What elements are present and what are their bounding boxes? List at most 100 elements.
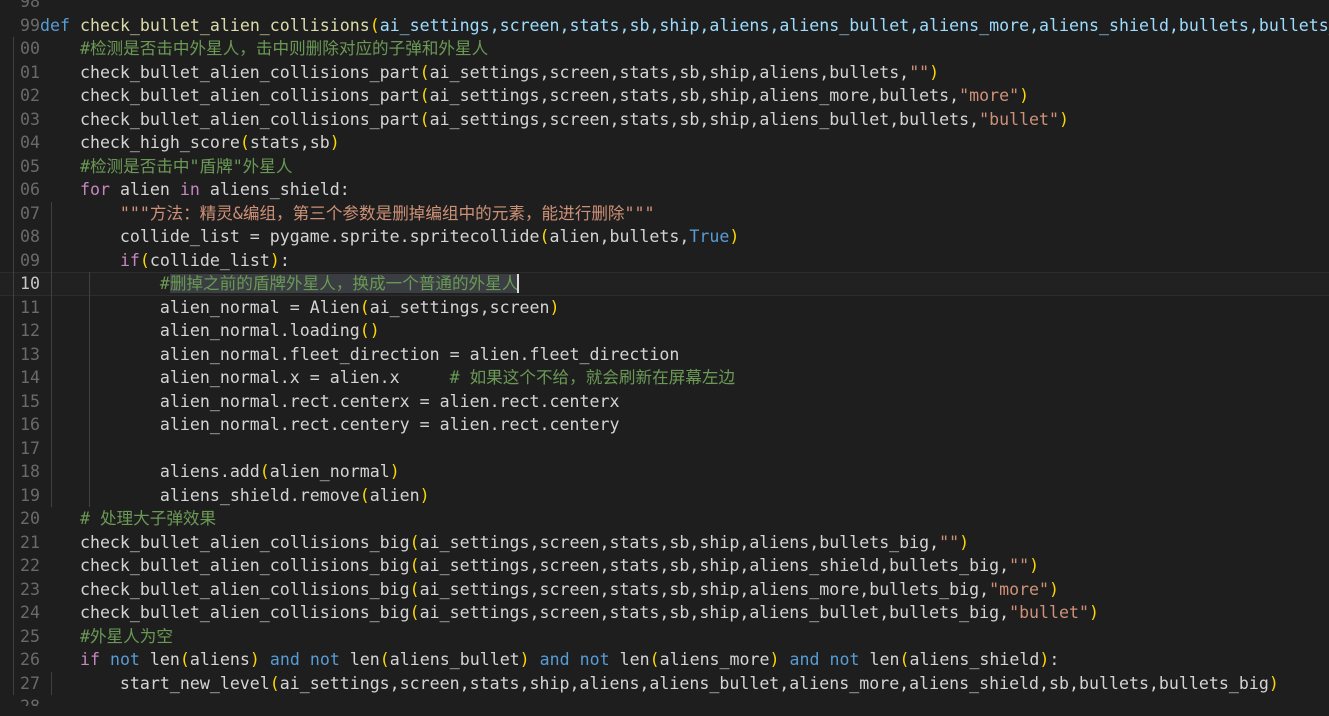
line-content[interactable]: alien_normal = Alien(ai_settings,screen) bbox=[40, 296, 560, 320]
editor-line[interactable]: 12 alien_normal.loading() bbox=[0, 319, 1329, 343]
editor-line-active[interactable]: 10 #删掉之前的盾牌外星人，换成一个普通的外星人 bbox=[0, 272, 1329, 296]
indent-guide bbox=[13, 389, 14, 413]
line-number: 16 bbox=[20, 415, 40, 434]
editor-line[interactable]: 26 if not len(aliens) and not len(aliens… bbox=[0, 648, 1329, 672]
line-content[interactable]: collide_list = pygame.sprite.spritecolli… bbox=[40, 225, 739, 249]
line-number: 02 bbox=[20, 86, 40, 105]
indent-guide bbox=[13, 201, 14, 225]
line-content[interactable]: #外星人为空 bbox=[40, 625, 173, 649]
line-number: 05 bbox=[20, 156, 40, 176]
editor-line[interactable]: 18 aliens.add(alien_normal) bbox=[0, 460, 1329, 484]
editor-line[interactable]: 07 """方法：精灵&编组，第三个参数是删掉编组中的元素，能进行删除""" bbox=[0, 201, 1329, 226]
line-number: 13 bbox=[20, 344, 40, 364]
editor-line[interactable]: 20 # 处理大子弹效果 bbox=[0, 507, 1329, 531]
line-number: 11 bbox=[20, 297, 40, 317]
line-content[interactable]: if(collide_list): bbox=[40, 249, 290, 273]
indent-guide bbox=[13, 624, 14, 648]
editor-line[interactable]: 21 check_bullet_alien_collisions_big(ai_… bbox=[0, 530, 1329, 555]
editor-line[interactable]: 01 check_bullet_alien_collisions_part(ai… bbox=[0, 60, 1329, 85]
line-content[interactable]: for alien in aliens_shield: bbox=[40, 178, 350, 202]
line-number: 06 bbox=[20, 180, 40, 199]
line-content[interactable]: check_high_score(stats,sb) bbox=[40, 131, 340, 155]
line-content[interactable]: #删掉之前的盾牌外星人，换成一个普通的外星人 bbox=[40, 272, 520, 296]
comment: # 处理大子弹效果 bbox=[40, 509, 217, 528]
editor-line[interactable]: 16 alien_normal.rect.centery = alien.rec… bbox=[0, 413, 1329, 437]
editor-line[interactable]: 06 for alien in aliens_shield: bbox=[0, 178, 1329, 202]
docstring: """方法：精灵&编组，第三个参数是删掉编组中的元素，能进行删除""" bbox=[40, 203, 655, 223]
function-name: check_bullet_alien_collisions bbox=[79, 15, 370, 35]
editor-line[interactable]: 99 def check_bullet_alien_collisions(ai_… bbox=[0, 14, 1329, 38]
line-content[interactable]: check_bullet_alien_collisions_big(ai_set… bbox=[40, 531, 969, 555]
line-number: 21 bbox=[20, 532, 40, 552]
boolean-true: True bbox=[689, 227, 730, 246]
indent-guide bbox=[51, 436, 52, 460]
editor-line[interactable]: 15 alien_normal.rect.centerx = alien.rec… bbox=[0, 389, 1329, 414]
line-number: 08 bbox=[20, 227, 40, 246]
editor-line[interactable]: 05 #检测是否击中"盾牌"外星人 bbox=[0, 154, 1329, 179]
line-content[interactable]: alien_normal.rect.centery = alien.rect.c… bbox=[40, 413, 620, 437]
indent-guide bbox=[13, 272, 14, 296]
keyword-for: for bbox=[79, 180, 110, 199]
line-content[interactable]: check_bullet_alien_collisions_big(ai_set… bbox=[40, 578, 1059, 602]
editor-line[interactable]: 08 collide_list = pygame.sprite.spriteco… bbox=[0, 225, 1329, 249]
keyword-if: if bbox=[79, 650, 100, 669]
editor-line[interactable]: 25 #外星人为空 bbox=[0, 624, 1329, 649]
line-content[interactable]: if not len(aliens) and not len(aliens_bu… bbox=[40, 648, 1059, 672]
comment: #检测是否击中外星人，击中则删除对应的子弹和外星人 bbox=[40, 39, 489, 58]
indent-guide bbox=[13, 507, 14, 531]
line-content[interactable]: # 处理大子弹效果 bbox=[40, 507, 216, 531]
line-content[interactable]: check_bullet_alien_collisions_part(ai_se… bbox=[40, 61, 939, 85]
line-content[interactable]: aliens_shield.remove(alien) bbox=[40, 484, 430, 508]
editor-line[interactable]: 09 if(collide_list): bbox=[0, 248, 1329, 273]
selected-text[interactable]: 删掉之前的盾牌外星人，换成一个普通的外星人 bbox=[169, 274, 519, 293]
indent-guide bbox=[13, 648, 14, 672]
indent-guide bbox=[13, 342, 14, 366]
line-content[interactable]: #检测是否击中"盾牌"外星人 bbox=[40, 155, 293, 179]
keyword-and: and bbox=[539, 650, 570, 669]
keyword-if: if bbox=[119, 250, 140, 270]
line-content[interactable]: def check_bullet_alien_collisions(ai_set… bbox=[40, 14, 1329, 38]
editor-line[interactable]: 04 check_high_score(stats,sb) bbox=[0, 131, 1329, 155]
editor-line[interactable]: 19 aliens_shield.remove(alien) bbox=[0, 483, 1329, 508]
line-content[interactable]: alien_normal.fleet_direction = alien.fle… bbox=[40, 343, 680, 367]
string-literal: "bullet" bbox=[979, 109, 1060, 129]
line-number: 23 bbox=[20, 579, 40, 599]
line-content[interactable]: alien_normal.loading() bbox=[40, 319, 380, 343]
line-content[interactable]: alien_normal.x = alien.x # 如果这个不给，就会刷新在屏… bbox=[40, 366, 735, 390]
line-number: 07 bbox=[20, 203, 40, 223]
line-number: 28 bbox=[0, 695, 40, 706]
keyword-and: and bbox=[789, 650, 820, 669]
line-content[interactable]: alien_normal.rect.centerx = alien.rect.c… bbox=[40, 390, 620, 414]
editor-line[interactable]: 17 bbox=[0, 436, 1329, 460]
line-content[interactable]: check_bullet_alien_collisions_big(ai_set… bbox=[40, 554, 1039, 578]
editor-line[interactable]: 23 check_bullet_alien_collisions_big(ai_… bbox=[0, 577, 1329, 602]
indent-guide bbox=[13, 436, 14, 460]
line-number: 20 bbox=[20, 509, 40, 528]
string-literal: "bullet" bbox=[1009, 603, 1090, 622]
line-number: 27 bbox=[20, 673, 40, 693]
editor-line[interactable]: 14 alien_normal.x = alien.x # 如果这个不给，就会刷… bbox=[0, 366, 1329, 390]
keyword-not: not bbox=[579, 650, 610, 669]
editor-line[interactable]: 28 bbox=[0, 695, 1329, 706]
line-content[interactable]: check_bullet_alien_collisions_part(ai_se… bbox=[40, 108, 1069, 132]
line-content[interactable]: """方法：精灵&编组，第三个参数是删掉编组中的元素，能进行删除""" bbox=[40, 202, 655, 226]
editor-line[interactable]: 27 start_new_level(ai_settings,screen,st… bbox=[0, 671, 1329, 696]
editor-line[interactable]: 00 #检测是否击中外星人，击中则删除对应的子弹和外星人 bbox=[0, 37, 1329, 61]
editor-line[interactable]: 13 alien_normal.fleet_direction = alien.… bbox=[0, 342, 1329, 367]
line-content[interactable]: check_bullet_alien_collisions_part(ai_se… bbox=[40, 84, 1029, 108]
editor-line[interactable]: 11 alien_normal = Alien(ai_settings,scre… bbox=[0, 295, 1329, 320]
editor-line[interactable]: 03 check_bullet_alien_collisions_part(ai… bbox=[0, 107, 1329, 132]
comment: #外星人为空 bbox=[40, 626, 173, 646]
code-editor[interactable]: 98 99 def check_bullet_alien_collisions(… bbox=[0, 0, 1329, 706]
line-content[interactable]: aliens.add(alien_normal) bbox=[40, 460, 400, 484]
editor-line[interactable]: 98 bbox=[0, 0, 1329, 14]
line-number: 99 bbox=[20, 15, 40, 35]
line-content[interactable]: check_bullet_alien_collisions_big(ai_set… bbox=[40, 601, 1099, 625]
editor-line[interactable]: 02 check_bullet_alien_collisions_part(ai… bbox=[0, 84, 1329, 108]
line-number: 24 bbox=[20, 603, 40, 622]
editor-line[interactable]: 24 check_bullet_alien_collisions_big(ai_… bbox=[0, 601, 1329, 625]
string-literal: "more" bbox=[989, 579, 1050, 599]
editor-line[interactable]: 22 check_bullet_alien_collisions_big(ai_… bbox=[0, 554, 1329, 578]
line-content[interactable]: #检测是否击中外星人，击中则删除对应的子弹和外星人 bbox=[40, 37, 488, 61]
line-content[interactable]: start_new_level(ai_settings,screen,stats… bbox=[40, 672, 1279, 696]
